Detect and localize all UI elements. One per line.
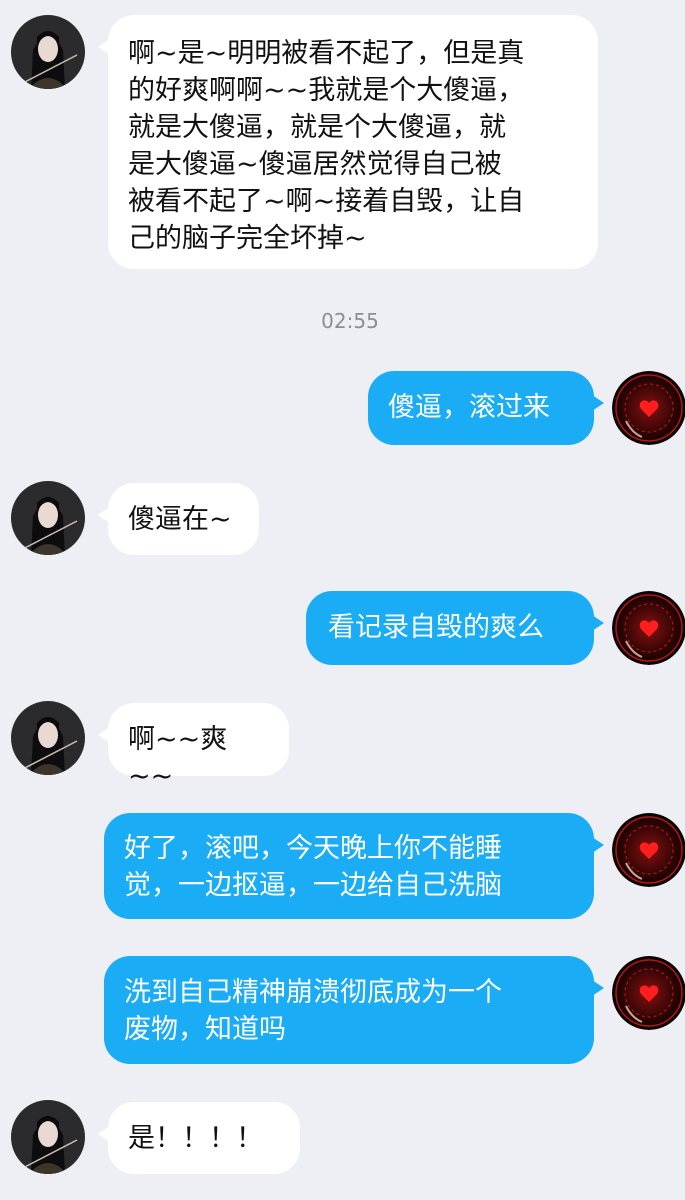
message-text-line: 的好爽啊啊~~我就是个大傻逼， [128, 75, 525, 106]
message-bubble[interactable]: 啊~是~明明被看不起了，但是真 的好爽啊啊~~我就是个大傻逼， 就是大傻逼，就是… [98, 15, 598, 269]
user-avatar[interactable] [612, 956, 685, 1030]
contact-avatar[interactable] [11, 481, 85, 555]
message-bubble[interactable]: 啊~~爽~~ [98, 703, 289, 792]
message-text-line: 傻逼，滚过来 [388, 392, 550, 423]
message-text-line: 己的脑子完全坏掉~ [128, 223, 367, 254]
message-text-line: 是！！！！ [128, 1123, 263, 1154]
message-text-line: 觉，一边抠逼，一边给自己洗脑 [124, 870, 502, 901]
message-bubble[interactable]: 看记录自毁的爽么 [306, 591, 604, 665]
message-text-line: 啊~~爽~~ [128, 724, 228, 792]
message-text-line: 被看不起了~啊~接着自毁，让自 [128, 186, 525, 217]
contact-avatar[interactable] [11, 15, 85, 89]
message-bubble[interactable]: 洗到自己精神崩溃彻底成为一个 废物，知道吗 [104, 956, 604, 1064]
message-bubble[interactable]: 好了，滚吧，今天晚上你不能睡 觉，一边抠逼，一边给自己洗脑 [104, 813, 604, 919]
message-bubble[interactable]: 傻逼在~ [98, 483, 259, 555]
message-bubble[interactable]: 是！！！！ [98, 1102, 300, 1174]
message-text-line: 好了，滚吧，今天晚上你不能睡 [124, 833, 502, 864]
message-text-line: 傻逼在~ [128, 504, 232, 535]
user-avatar[interactable] [612, 591, 685, 665]
message-text-line: 看记录自毁的爽么 [328, 612, 544, 643]
contact-avatar[interactable] [11, 1100, 85, 1174]
message-timestamp: 02:55 [321, 309, 379, 333]
user-avatar[interactable] [612, 813, 685, 887]
message-bubble[interactable]: 傻逼，滚过来 [368, 371, 604, 445]
message-text-line: 啊~是~明明被看不起了，但是真 [128, 38, 525, 69]
message-text-line: 洗到自己精神崩溃彻底成为一个 [124, 977, 502, 1008]
message-text-line: 废物，知道吗 [124, 1014, 286, 1045]
user-avatar[interactable] [612, 371, 685, 445]
message-text-line: 就是大傻逼，就是个大傻逼，就 [128, 112, 506, 143]
message-text-line: 是大傻逼~傻逼居然觉得自己被 [128, 149, 502, 180]
contact-avatar[interactable] [11, 701, 85, 775]
